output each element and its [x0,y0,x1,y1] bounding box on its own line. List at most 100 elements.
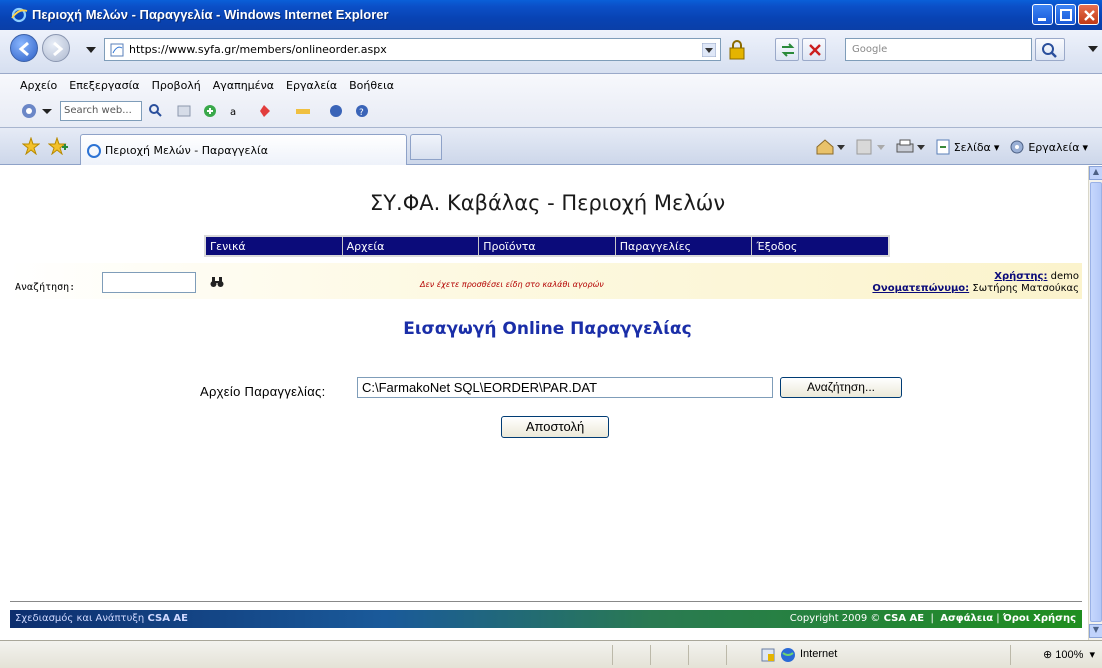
close-icon [1084,10,1095,21]
new-tab-button[interactable] [410,134,442,160]
address-field[interactable]: https://www.syfa.gr/members/onlineorder.… [104,38,721,61]
footer-divider [10,601,1082,602]
refresh-icon [781,43,795,57]
site-title: ΣΥ.ΦΑ. Καβάλας - Περιοχή Μελών [369,191,726,215]
minimize-icon [1038,18,1046,21]
search-button[interactable] [1035,38,1065,61]
footer-credits-brand[interactable]: CSA AE [147,613,188,624]
toolbar-logo-icon[interactable] [20,102,38,120]
menu-help[interactable]: Βοήθεια [349,79,394,92]
status-divider [726,645,727,665]
page-menu-caret-icon: ▾ [993,140,1000,154]
close-button[interactable] [1078,4,1099,25]
status-divider [1010,645,1011,665]
forward-button[interactable] [42,34,70,62]
toolbar-extras-icon[interactable]: ? [256,102,416,120]
tab-active[interactable]: Περιοχή Μελών - Παραγγελία [80,134,407,165]
lock-icon[interactable] [728,40,746,60]
back-arrow-icon [18,41,29,57]
fullname-value: Σωτήρης Ματσούκας [972,283,1079,294]
nav-products[interactable]: Προϊόντα [478,237,615,255]
globe-icon [781,648,795,662]
web-search-go-icon[interactable] [146,102,166,120]
order-file-input[interactable]: C:\FarmakoNet SQL\EORDER\PAR.DAT [357,377,773,398]
nav-files[interactable]: Αρχεία [341,237,479,255]
user-value: demo [1050,271,1079,282]
menu-bar: Αρχείο Επεξεργασία Προβολή Αγαπημένα Εργ… [20,79,394,92]
status-divider [612,645,613,665]
address-toolbar: https://www.syfa.gr/members/onlineorder.… [0,30,1102,74]
history-dropdown-icon[interactable] [86,47,96,53]
svg-text:a: a [230,107,236,118]
protected-mode-icon[interactable] [760,647,776,663]
back-button[interactable] [10,34,38,62]
site-search-input[interactable] [102,272,196,293]
browse-button[interactable]: Αναζήτηση... [780,377,902,398]
window-title-bar[interactable]: Περιοχή Μελών - Παραγγελία - Windows Int… [0,0,1102,30]
forward-arrow-icon [53,41,64,57]
maximize-button[interactable] [1055,4,1076,25]
footer-security-link[interactable]: Ασφάλεια [940,613,993,624]
footer-copyright-brand[interactable]: CSA AE [884,613,925,624]
home-icon[interactable] [815,138,845,156]
vertical-scrollbar[interactable]: ▲ ▼ [1088,166,1102,640]
zoom-level[interactable]: ⊕ 100% ▾ [1043,648,1095,661]
scroll-down-button[interactable]: ▼ [1089,624,1102,638]
search-options-icon[interactable] [1088,44,1098,54]
send-button[interactable]: Αποστολή [501,416,609,438]
ie-logo-icon [11,7,28,23]
menu-view[interactable]: Προβολή [152,79,201,92]
fullname-label: Ονοματεπώνυμο: [872,283,970,294]
refresh-button[interactable] [775,38,799,61]
info-bar: Αναζήτηση: Δεν έχετε προσθέσει είδη στο … [10,263,1082,299]
address-dropdown-icon[interactable] [702,43,716,57]
menu-and-toolbar: Αρχείο Επεξεργασία Προβολή Αγαπημένα Εργ… [0,74,1102,128]
stop-button[interactable] [802,38,826,61]
favorites-star-icon[interactable] [22,137,40,155]
search-input[interactable]: Google [845,38,1032,61]
status-divider [688,645,689,665]
minimize-button[interactable] [1032,4,1053,25]
command-bar: Σελίδα ▾ Εργαλεία ▾ [815,138,1088,156]
addon-toolbar: Search web... a ? [20,100,416,122]
scroll-thumb[interactable] [1090,182,1102,622]
footer-credits-text: Σχεδιασμός και Ανάπτυξη [15,613,145,624]
print-icon[interactable] [895,138,925,156]
binoculars-icon[interactable] [210,276,224,288]
page-menu[interactable]: Σελίδα ▾ [935,139,1000,155]
gear-icon [1010,140,1024,154]
zoom-value: 100% [1055,649,1084,661]
menu-tools[interactable]: Εργαλεία [286,79,337,92]
tools-menu[interactable]: Εργαλεία ▾ [1009,139,1088,155]
menu-file[interactable]: Αρχείο [20,79,57,92]
footer-links: Copyright 2009 © CSA AE | Ασφάλεια | Όρο… [789,613,1076,624]
window-title: Περιοχή Μελών - Παραγγελία - Windows Int… [32,7,389,22]
maximize-icon [1060,9,1072,21]
footer-terms-link[interactable]: Όροι Χρήσης [1003,613,1076,624]
zoom-icon: ⊕ [1043,649,1053,661]
stop-icon [809,44,821,56]
user-info: Χρήστης: demo Ονοματεπώνυμο: Σωτήρης Ματ… [872,271,1079,295]
security-zone[interactable]: Internet [800,648,837,660]
user-label: Χρήστης: [994,271,1048,282]
nav-logout[interactable]: Έξοδος [751,237,888,255]
main-nav: Γενικά Αρχεία Προϊόντα Παραγγελίες Έξοδο… [204,235,890,257]
toolbar-dropdown-icon[interactable] [40,104,54,118]
menu-favorites[interactable]: Αγαπημένα [213,79,274,92]
nav-orders[interactable]: Παραγγελίες [614,237,752,255]
toolbar-buttons-icon[interactable]: a [176,102,256,120]
footer-copyright: Copyright 2009 © [789,613,881,624]
status-divider [650,645,651,665]
page-icon [110,43,124,57]
nav-general[interactable]: Γενικά [206,237,342,255]
add-favorites-icon[interactable] [48,137,68,155]
status-bar: Internet ⊕ 100% ▾ [0,640,1102,668]
address-url: https://www.syfa.gr/members/onlineorder.… [129,43,387,56]
scroll-up-button[interactable]: ▲ [1089,166,1102,180]
zoom-caret-icon: ▾ [1086,649,1096,661]
feeds-icon[interactable] [855,138,885,156]
menu-edit[interactable]: Επεξεργασία [69,79,139,92]
web-search-input[interactable]: Search web... [60,101,142,121]
order-file-label: Αρχείο Παραγγελίας: [200,384,326,399]
tab-page-icon [87,144,101,158]
